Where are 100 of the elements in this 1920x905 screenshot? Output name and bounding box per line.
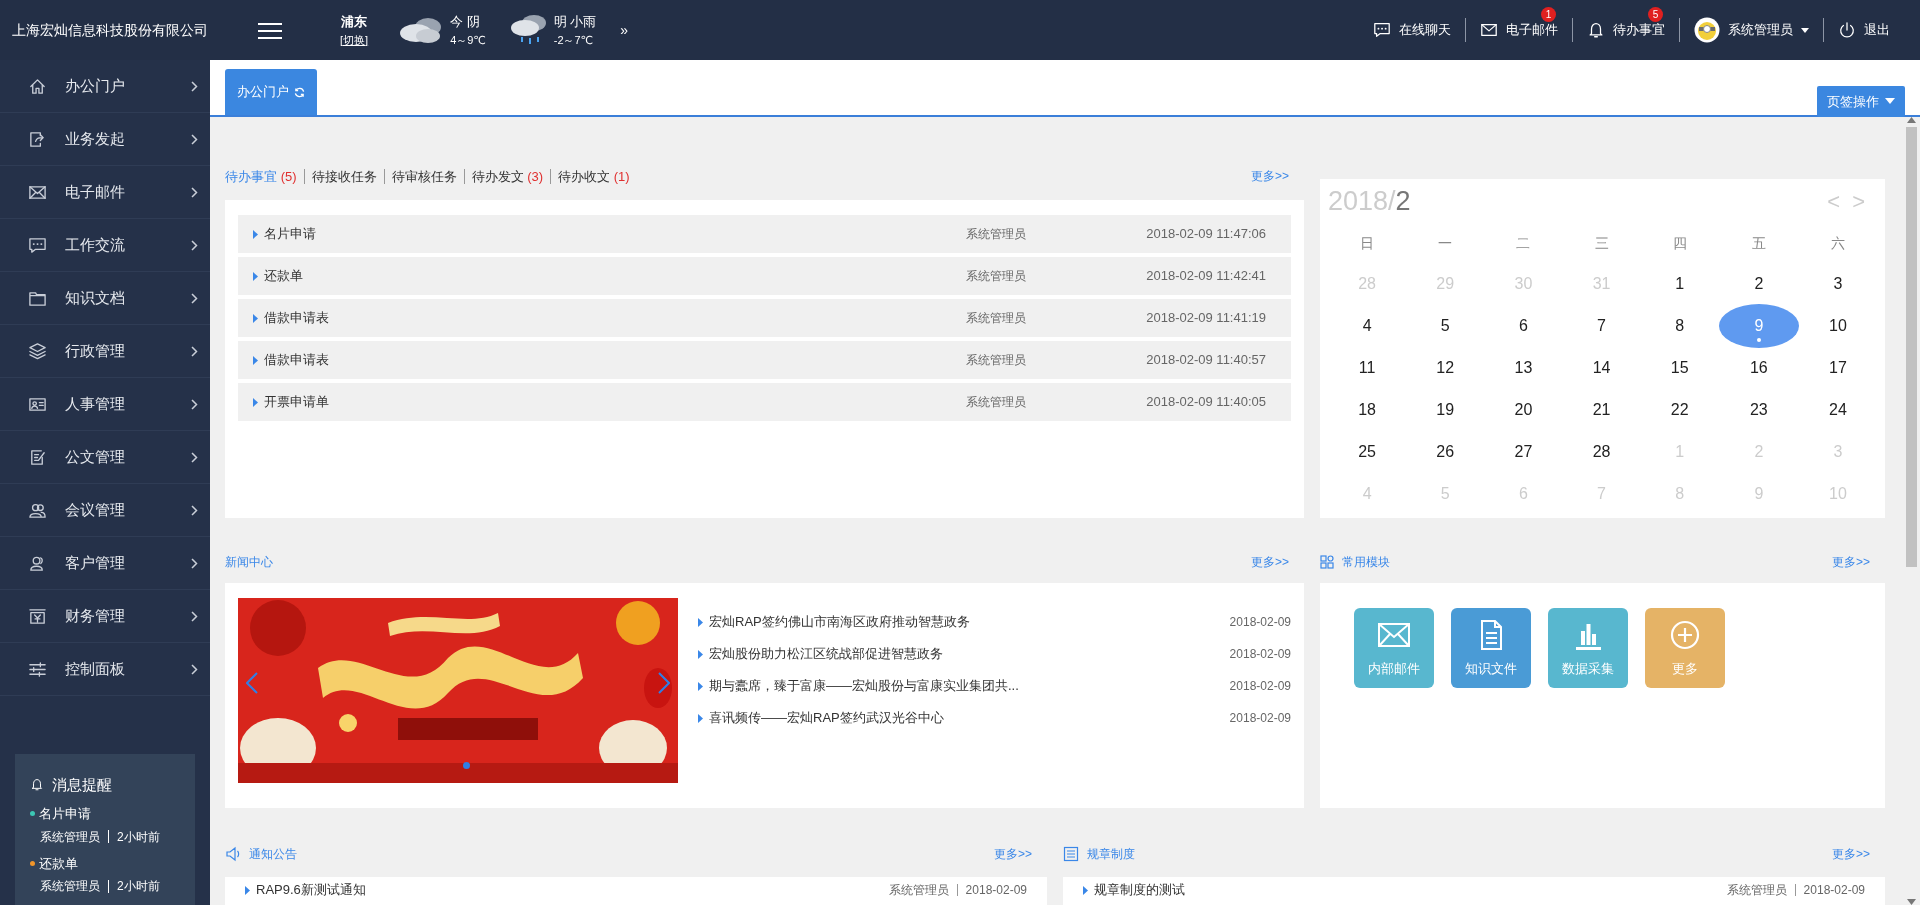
sidebar-item[interactable]: 客户管理	[0, 537, 210, 590]
news-link[interactable]: 宏灿股份助力松江区统战部促进智慧政务	[709, 644, 1218, 664]
switch-link[interactable]: [切换]	[340, 31, 369, 48]
calendar-day[interactable]: 1	[1675, 272, 1685, 296]
chevron-icon	[191, 398, 198, 410]
calendar-day[interactable]: 3	[1833, 272, 1843, 296]
calendar-day[interactable]: 25	[1358, 440, 1376, 464]
calendar-day[interactable]: 5	[1440, 314, 1450, 338]
calendar-day[interactable]: 2	[1754, 272, 1764, 296]
notice-link[interactable]: RAP9.6新测试通知	[256, 880, 889, 900]
weekday-label: 四	[1671, 233, 1688, 253]
notice-user: 系统管理员	[1726, 882, 1787, 899]
section-title: 规章制度	[1087, 845, 1135, 863]
todo-user: 系统管理员	[966, 394, 1028, 411]
calendar-day[interactable]: 7	[1597, 314, 1606, 338]
bullet-icon	[698, 681, 703, 691]
tab-actions-button[interactable]: 页签操作	[1817, 85, 1905, 117]
sliders-icon	[28, 659, 47, 679]
calendar-day[interactable]: 20	[1514, 398, 1533, 422]
todo-row[interactable]: 还款单 系统管理员 2018-02-09 11:42:41	[238, 257, 1291, 295]
reminder-link[interactable]: 名片申请	[39, 804, 91, 824]
notice-date: 2018-02-09	[965, 882, 1027, 899]
sidebar-item[interactable]: 会议管理	[0, 484, 210, 537]
chevron-icon	[191, 239, 198, 251]
reminder-user: 系统管理员	[40, 878, 100, 895]
carousel-next-button[interactable]	[658, 670, 670, 694]
bullet-icon	[253, 229, 258, 239]
sidebar-item[interactable]: 财务管理	[0, 590, 210, 643]
calendar-day[interactable]: 16	[1749, 356, 1768, 380]
carousel-dot[interactable]	[463, 762, 470, 769]
todo-row[interactable]: 借款申请表 系统管理员 2018-02-09 11:41:19	[238, 299, 1291, 337]
chat-icon	[28, 235, 47, 255]
header-link[interactable]: 电子邮件	[1466, 20, 1572, 40]
header-link[interactable]: 在线聊天	[1359, 20, 1465, 40]
more-weather-button[interactable]: »	[620, 19, 629, 41]
calendar-day[interactable]: 17	[1829, 356, 1847, 380]
calendar-day[interactable]: 8	[1675, 314, 1685, 338]
todo-row[interactable]: 名片申请 系统管理员 2018-02-09 11:47:06	[238, 215, 1291, 253]
section-title: 常用模块	[1342, 553, 1390, 571]
location-name: 浦东	[341, 13, 368, 31]
todo-user: 系统管理员	[966, 310, 1028, 327]
page-tab[interactable]: 办公门户	[225, 69, 317, 115]
cash-box-icon	[28, 606, 47, 626]
sidebar-item[interactable]: 公文管理	[0, 431, 210, 484]
calendar-day[interactable]: 15	[1670, 356, 1689, 380]
calendar-day[interactable]: 23	[1749, 398, 1768, 422]
calendar-day[interactable]: 19	[1436, 398, 1455, 422]
filter-tab[interactable]: 待办事宜 (5)	[225, 168, 304, 184]
user-menu[interactable]: 系统管理员	[1680, 17, 1823, 43]
calendar-day[interactable]: 12	[1436, 356, 1455, 380]
bullet-icon	[698, 649, 703, 659]
header-link[interactable]: 待办事宜	[1573, 20, 1679, 40]
layers-icon	[28, 341, 47, 361]
calendar-day[interactable]: 28	[1592, 440, 1611, 464]
sidebar-item[interactable]: 工作交流	[0, 219, 210, 272]
speaker-icon	[225, 845, 241, 862]
calendar-day[interactable]: 26	[1436, 440, 1455, 464]
sidebar-item[interactable]: 业务发起	[0, 113, 210, 166]
calendar-day[interactable]: 10	[1829, 314, 1847, 338]
scrollbar[interactable]	[1903, 117, 1920, 905]
calendar-day[interactable]: 21	[1592, 398, 1611, 422]
notice-date: 2018-02-09	[1803, 882, 1865, 899]
carousel-prev-button[interactable]	[246, 670, 258, 694]
calendar-day[interactable]: 13	[1514, 356, 1533, 380]
filter-tab[interactable]: 待接收任务	[303, 168, 384, 184]
calendar-day[interactable]: 14	[1592, 356, 1611, 380]
calendar-day[interactable]: 18	[1358, 398, 1376, 422]
bell-icon	[30, 777, 44, 793]
todo-row[interactable]: 借款申请表 系统管理员 2018-02-09 11:40:57	[238, 341, 1291, 379]
news-link[interactable]: 期与蠹席，臻于富康——宏灿股份与富康实业集团共...	[709, 676, 1218, 696]
calendar-day[interactable]: 22	[1670, 398, 1689, 422]
filter-tab[interactable]: 待办收文 (1)	[550, 168, 637, 184]
sidebar-item[interactable]: 人事管理	[0, 378, 210, 431]
notification-count: 1	[1541, 7, 1556, 23]
weekday-label: 二	[1515, 233, 1532, 253]
calendar-day[interactable]: 4	[1362, 314, 1372, 338]
notice-link[interactable]: 规章制度的测试	[1094, 880, 1727, 900]
sidebar-item[interactable]: 知识文档	[0, 272, 210, 325]
todo-user: 系统管理员	[966, 268, 1028, 285]
avatar	[1694, 17, 1720, 43]
notification-count: 5	[1648, 7, 1663, 23]
bullet-icon	[1083, 885, 1088, 895]
news-link[interactable]: 喜讯频传——宏灿RAP签约武汉光谷中心	[709, 708, 1218, 728]
news-link[interactable]: 宏灿RAP签约佛山市南海区政府推动智慧政务	[709, 612, 1218, 632]
logout-button[interactable]: 退出	[1824, 20, 1904, 40]
export-icon	[28, 129, 47, 149]
reminder-link[interactable]: 还款单	[39, 853, 78, 873]
calendar-day[interactable]: 6	[1518, 314, 1528, 338]
caret-icon	[1801, 27, 1809, 33]
filter-tab[interactable]: 待办发文 (3)	[463, 168, 551, 184]
news-date: 2018-02-09	[1229, 710, 1291, 727]
calendar-day[interactable]: 27	[1514, 440, 1533, 464]
sidebar-item[interactable]: 电子邮件	[0, 166, 210, 219]
sidebar-item[interactable]: 控制面板	[0, 643, 210, 696]
todo-row[interactable]: 开票申请单 系统管理员 2018-02-09 11:40:05	[238, 383, 1291, 421]
calendar-day[interactable]: 24	[1829, 398, 1847, 422]
filter-tab[interactable]: 待审核任务	[383, 168, 464, 184]
sidebar-item[interactable]: 行政管理	[0, 325, 210, 378]
calendar-day[interactable]: 11	[1358, 356, 1376, 380]
chevron-icon	[191, 80, 198, 92]
